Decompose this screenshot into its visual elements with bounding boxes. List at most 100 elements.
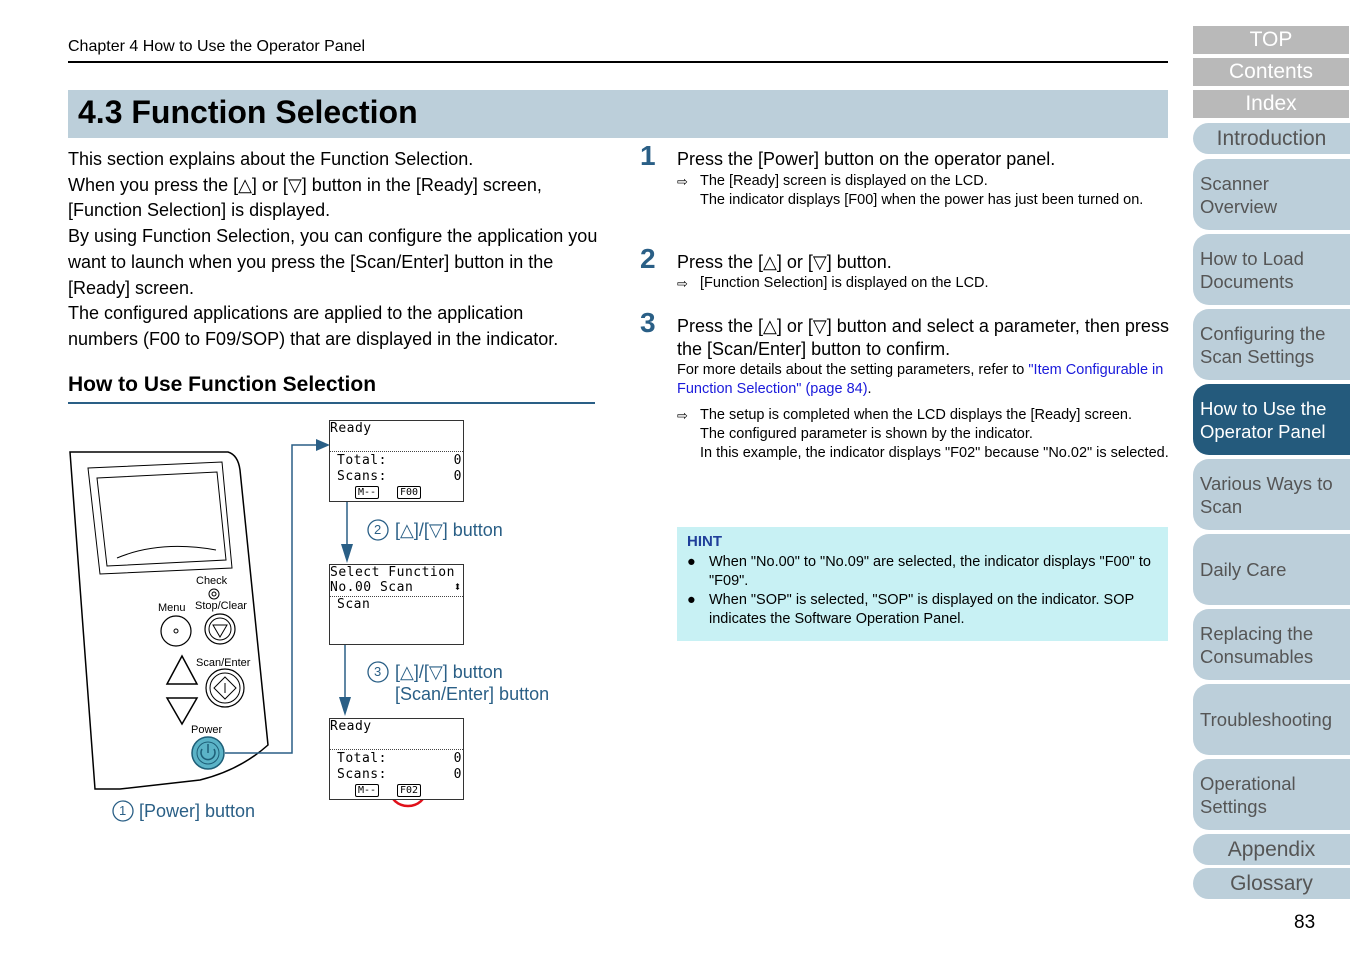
arrow-head: [339, 697, 351, 716]
nav-tab-operational-settings[interactable]: Operational Settings: [1193, 759, 1350, 830]
f02-highlight-ring: [388, 772, 428, 808]
down-button-icon: [165, 697, 199, 726]
nav-tab-label: Operational Settings: [1200, 772, 1296, 817]
hint-text: When "SOP" is selected, "SOP" is display…: [709, 592, 1134, 627]
lcd-frame: [87, 461, 233, 575]
check-led-icon: [208, 588, 220, 600]
subheading-divider: [68, 402, 595, 404]
section-title-bar: 4.3 Function Selection: [68, 90, 1168, 138]
nav-tab-label: Various Ways to Scan: [1200, 472, 1333, 517]
stop-clear-button-icon: [204, 613, 236, 645]
lcd-title: Ready: [330, 421, 372, 436]
menu-button-icon: [160, 615, 192, 647]
nav-tab-label: Appendix: [1227, 838, 1316, 861]
lcd-total-value: 0: [453, 453, 462, 468]
nav-tab-how-to-load-documents[interactable]: How to Load Documents: [1193, 234, 1350, 305]
result-arrow-icon: ⇨: [677, 276, 688, 291]
subheading: How to Use Function Selection: [68, 373, 377, 396]
bullet-icon: ●: [687, 554, 696, 570]
function-selection-diagram: Check Menu Stop/Clear Scan/Enter Power R…: [0, 0, 620, 954]
lcd-mode-tag: M--: [355, 486, 380, 499]
callout-updown-button: [△]/[▽] button: [395, 662, 503, 682]
arrow-head: [341, 544, 353, 563]
callout-circle-1: [112, 800, 134, 822]
section-title: 4.3 Function Selection: [78, 94, 418, 130]
stop-clear-label: Stop/Clear: [195, 600, 247, 612]
operator-panel-outline: [69, 451, 269, 790]
result-text: The [Ready] screen is displayed on the L…: [700, 173, 1144, 208]
side-navigation: TOP Contents Index Introduction Scanner …: [1193, 0, 1350, 954]
nav-contents-button[interactable]: Contents: [1193, 58, 1349, 86]
intro-paragraph: The configured applications are applied …: [68, 303, 559, 349]
menu-label: Menu: [158, 602, 186, 614]
chapter-header: Chapter 4 How to Use the Operator Panel: [68, 38, 366, 55]
step-instruction: Press the [△] or [▽] button.: [677, 252, 892, 272]
lcd-scans-label: Scans:: [337, 469, 387, 484]
nav-tab-daily-care[interactable]: Daily Care: [1193, 534, 1350, 605]
nav-tab-label: Configuring the Scan Settings: [1200, 322, 1326, 367]
nav-tab-label: Glossary: [1230, 872, 1313, 895]
intro-paragraph: By using Function Selection, you can con…: [68, 226, 598, 298]
lcd-function-tag: F00: [397, 486, 422, 499]
nav-tab-label: How to Use the Operator Panel: [1200, 397, 1327, 442]
step-number: 3: [640, 307, 656, 338]
nav-tab-label: Scanner Overview: [1200, 172, 1278, 217]
callout-number: 1: [119, 803, 127, 818]
callout-power-button: [Power] button: [139, 801, 256, 821]
nav-tab-operator-panel[interactable]: How to Use the Operator Panel: [1193, 384, 1350, 455]
nav-tab-glossary[interactable]: Glossary: [1193, 868, 1350, 899]
intro-paragraph: When you press the [△] or [▽] button in …: [68, 174, 542, 221]
result-text: [Function Selection] is displayed on the…: [700, 275, 989, 291]
callout-updown-button: [△]/[▽] button: [395, 520, 503, 540]
nav-tab-label: How to Load Documents: [1200, 247, 1304, 292]
nav-tab-replacing-consumables[interactable]: Replacing the Consumables: [1193, 609, 1350, 680]
lcd-line-1: Select Function: [330, 565, 455, 580]
step-number: 1: [640, 140, 656, 171]
lcd-mode-tag: M--: [355, 784, 380, 797]
lcd-function-tag: F02: [397, 784, 422, 797]
intro-text: This section explains about the Function…: [68, 147, 598, 353]
lcd-ready-initial: Ready Total: 0 Scans: 0 M-- F00: [329, 420, 464, 502]
lcd-total-label: Total:: [337, 453, 387, 468]
step-result: ⇨ [Function Selection] is displayed on t…: [677, 274, 1172, 293]
callout-circle-2: [367, 519, 389, 541]
nav-tab-label: Daily Care: [1200, 559, 1287, 580]
nav-tab-appendix[interactable]: Appendix: [1193, 834, 1350, 865]
scan-enter-button-icon: [205, 668, 245, 708]
step-number: 2: [640, 243, 656, 274]
arrow-head: [316, 439, 330, 451]
hint-text: When "No.00" to "No.09" are selected, th…: [709, 554, 1151, 589]
lcd-line-3: Scan: [337, 597, 371, 612]
result-arrow-icon: ⇨: [677, 174, 688, 189]
nav-index-button[interactable]: Index: [1193, 90, 1349, 118]
note-text: For more details about the setting param…: [677, 362, 1029, 378]
lcd-total-value: 0: [453, 751, 462, 766]
callout-number: 2: [374, 522, 382, 537]
callout-scan-enter-button: [Scan/Enter] button: [395, 684, 550, 704]
step-result: ⇨ The [Ready] screen is displayed on the…: [677, 172, 1172, 210]
result-arrow-icon: ⇨: [677, 408, 688, 423]
hint-item: ● When "SOP" is selected, "SOP" is displ…: [687, 591, 1157, 629]
nav-tab-troubleshooting[interactable]: Troubleshooting: [1193, 684, 1350, 755]
nav-top-button[interactable]: TOP: [1193, 26, 1349, 54]
lcd-ready-configured: Ready Total: 0 Scans: 0 M-- F02: [329, 718, 464, 800]
nav-tab-label: Introduction: [1216, 127, 1327, 150]
step-result: ⇨ The setup is completed when the LCD di…: [677, 406, 1172, 463]
nav-tab-configuring-scan-settings[interactable]: Configuring the Scan Settings: [1193, 309, 1350, 380]
lcd-window: [96, 471, 227, 567]
hint-title: HINT: [687, 533, 722, 550]
callout-circle-3: [367, 661, 389, 683]
step-instruction: Press the [Power] button on the operator…: [677, 149, 1056, 169]
up-button-icon: [165, 654, 199, 685]
note-text: .: [867, 381, 872, 397]
callout-number: 3: [374, 664, 382, 679]
nav-tab-various-ways-to-scan[interactable]: Various Ways to Scan: [1193, 459, 1350, 530]
diagram-lines: [69, 439, 428, 822]
lcd-scans-value: 0: [453, 469, 462, 484]
power-label: Power: [191, 724, 223, 736]
nav-tab-introduction[interactable]: Introduction: [1193, 123, 1350, 154]
bullet-icon: ●: [687, 592, 696, 608]
nav-tab-scanner-overview[interactable]: Scanner Overview: [1193, 159, 1350, 230]
header-divider: [68, 61, 1168, 63]
lcd-title: Ready: [330, 719, 372, 734]
